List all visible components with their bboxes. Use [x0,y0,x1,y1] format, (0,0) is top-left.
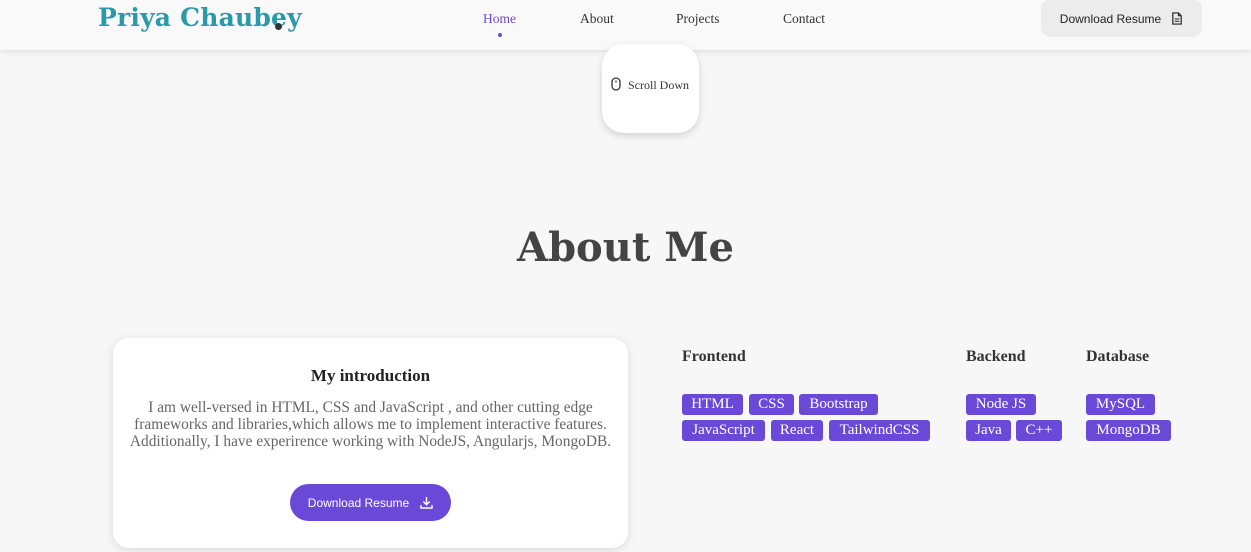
skill-tag-java: Java [966,420,1011,441]
skill-tag-cpp: C++ [1016,420,1062,441]
nav-link-contact[interactable]: Contact [783,11,825,27]
nav-link-about[interactable]: About [580,11,614,27]
skill-tag-css: CSS [749,394,794,415]
database-heading: Database [1086,348,1150,365]
introduction-title: My introduction [310,366,431,385]
navbar: Priya Chaubey Home About Projects Contac… [0,0,1251,50]
intro-download-resume-button[interactable]: Download Resume [290,484,451,521]
skill-tag-nodejs: Node JS [966,394,1036,415]
skill-tag-javascript: JavaScript [682,420,765,441]
skill-tag-bootstrap: Bootstrap [799,394,878,415]
brand-dot [275,23,282,30]
scroll-down-label: Scroll Down [628,78,689,92]
skill-tag-tailwindcss: TailwindCSS [829,420,930,441]
about-title: About Me [517,224,734,271]
skill-tag-mysql: MySQL [1086,394,1155,415]
frontend-heading: Frontend [682,348,746,365]
skill-tag-html: HTML [682,394,743,415]
introduction-card: My introduction I am well-versed in HTML… [113,338,628,548]
download-resume-button[interactable]: Download Resume [1041,0,1202,37]
backend-heading: Backend [966,348,1026,365]
nav-link-projects[interactable]: Projects [676,11,720,27]
skill-tag-mongodb: MongoDB [1086,420,1171,441]
mouse-icon [611,77,621,91]
scroll-down-button[interactable]: Scroll Down [602,44,699,133]
skill-tag-react: React [771,420,823,441]
download-resume-label: Download Resume [1059,11,1162,26]
download-icon [420,497,433,509]
introduction-text: I am well-versed in HTML, CSS and JavaSc… [129,399,612,450]
nav-link-home[interactable]: Home [483,11,516,27]
nav-active-indicator [498,33,502,37]
intro-download-resume-label: Download Resume [307,495,410,510]
document-icon [1172,12,1182,25]
brand-logo[interactable]: Priya Chaubey [98,3,302,32]
